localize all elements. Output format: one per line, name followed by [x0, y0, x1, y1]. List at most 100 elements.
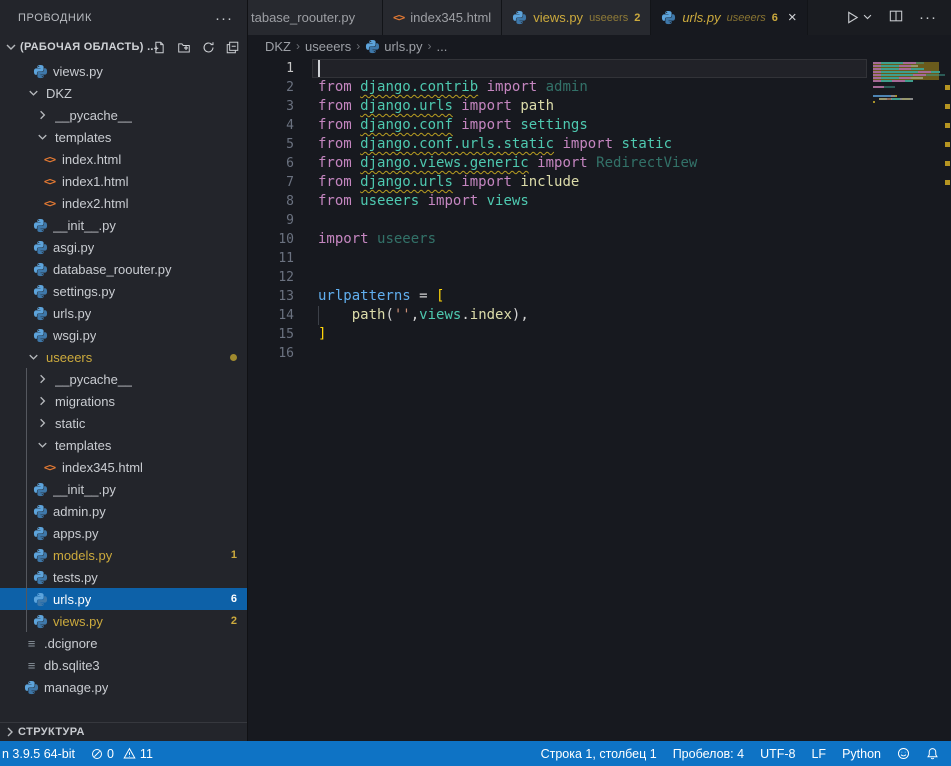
status-encoding[interactable]: UTF-8 [752, 741, 803, 766]
status-problems[interactable]: 011 [83, 741, 161, 766]
vscode-window: ПРОВОДНИК ··· (РАБОЧАЯ ОБЛАСТЬ) ... view… [0, 0, 951, 766]
tree-item-label: __init__.py [53, 218, 116, 233]
tab-index345-html[interactable]: <>index345.html [383, 0, 502, 35]
notifications-bell-icon[interactable] [918, 741, 947, 766]
tree-item-templates[interactable]: templates [0, 126, 247, 148]
code-token: ), [512, 307, 529, 323]
tree-item-index2-html[interactable]: <>index2.html [0, 192, 247, 214]
tab-views-py[interactable]: views.pyuseeers2 [502, 0, 651, 35]
status-language-mode[interactable]: Python [834, 741, 889, 766]
breadcrumb-item[interactable]: useeers [305, 39, 351, 54]
tree-item-database-roouter-py[interactable]: database_roouter.py [0, 258, 247, 280]
tab-urls-py[interactable]: urls.pyuseeers6× [651, 0, 807, 35]
python-icon [33, 283, 48, 299]
python-icon [33, 591, 48, 607]
tab-description: useeers [727, 12, 766, 24]
tree-item--init-py[interactable]: __init__.py [0, 214, 247, 236]
feedback-icon[interactable] [889, 741, 918, 766]
tree-item-asgi-py[interactable]: asgi.py [0, 236, 247, 258]
new-file-icon[interactable] [153, 41, 166, 54]
tab-bar: tabase_roouter.py<>index345.htmlviews.py… [248, 0, 951, 35]
breadcrumb-label: urls.py [384, 39, 422, 54]
warning-mark [945, 123, 950, 128]
split-editor-button[interactable] [889, 9, 903, 26]
tree-item-static[interactable]: static [0, 412, 247, 434]
explorer-title: ПРОВОДНИК [18, 12, 92, 24]
workspace-actions [153, 41, 239, 54]
error-icon [91, 748, 103, 760]
tree-item-index345-html[interactable]: <>index345.html [0, 456, 247, 478]
tree-item-admin-py[interactable]: admin.py [0, 500, 247, 522]
status-eol[interactable]: LF [803, 741, 834, 766]
html-icon: <> [393, 11, 404, 24]
tree-item-dkz[interactable]: DKZ [0, 82, 247, 104]
run-button[interactable] [845, 10, 873, 25]
tree-item--pycache-[interactable]: __pycache__ [0, 104, 247, 126]
status-right: Строка 1, столбец 1Пробелов: 4UTF-8LFPyt… [539, 741, 951, 766]
tab-label: urls.py [682, 10, 720, 25]
code-line: from useeers import views [318, 192, 529, 211]
status-indentation[interactable]: Пробелов: 4 [665, 741, 752, 766]
breadcrumb-item[interactable]: ... [437, 39, 448, 54]
tree-item-label: templates [55, 438, 111, 453]
tree-item--pycache-[interactable]: __pycache__ [0, 368, 247, 390]
python-icon [33, 481, 48, 497]
tree-item-index-html[interactable]: <>index.html [0, 148, 247, 170]
collapse-all-icon[interactable] [226, 41, 239, 54]
chevron-right-icon [2, 724, 18, 740]
breadcrumb-separator: › [428, 39, 432, 53]
breadcrumb-label: ... [437, 39, 448, 54]
tree-item-apps-py[interactable]: apps.py [0, 522, 247, 544]
tree-item-urls-py[interactable]: urls.py [0, 302, 247, 324]
tree-item-db-sqlite3[interactable]: ≡db.sqlite3 [0, 654, 247, 676]
status-python-version[interactable]: n 3.9.5 64-bit [0, 741, 83, 766]
code-token: settings [520, 117, 587, 133]
tree-item--init-py[interactable]: __init__.py [0, 478, 247, 500]
code-token: admin [546, 79, 588, 95]
tab-tabase-roouter-py[interactable]: tabase_roouter.py [248, 0, 383, 35]
code-line: from django.contrib import admin [318, 78, 588, 97]
editor-actions: ··· [831, 0, 951, 35]
code-token: urlpatterns [318, 288, 411, 304]
tree-item-wsgi-py[interactable]: wsgi.py [0, 324, 247, 346]
warning-mark [945, 161, 950, 166]
breadcrumb-item[interactable]: DKZ [265, 39, 291, 54]
explorer-more-actions-icon[interactable]: ··· [215, 10, 233, 27]
outline-section-header[interactable]: СТРУКТУРА [0, 722, 247, 741]
workspace-section-header[interactable]: (РАБОЧАЯ ОБЛАСТЬ) ... [0, 36, 247, 58]
line-number: 6 [248, 154, 294, 173]
tree-item-views-py[interactable]: views.py [0, 60, 247, 82]
modified-dot [230, 354, 237, 361]
tree-item--dcignore[interactable]: ≡.dcignore [0, 632, 247, 654]
code-token: ] [318, 326, 326, 342]
status-cursor-position[interactable]: Строка 1, столбец 1 [539, 741, 665, 766]
code-token: import [478, 79, 545, 95]
code-line: path('',views.index), [318, 306, 529, 325]
refresh-icon[interactable] [202, 41, 215, 54]
code-token: from [318, 155, 360, 171]
tree-item-index1-html[interactable]: <>index1.html [0, 170, 247, 192]
tree-item-settings-py[interactable]: settings.py [0, 280, 247, 302]
line-number: 4 [248, 116, 294, 135]
tree-item-views-py[interactable]: views.py2 [0, 610, 247, 632]
tree-item-tests-py[interactable]: tests.py [0, 566, 247, 588]
code-token: from [318, 79, 360, 95]
chevron-right-icon [35, 415, 50, 431]
chevron-right-icon [35, 107, 50, 123]
code-token: index [470, 307, 512, 323]
tree-item-useeers[interactable]: useeers [0, 346, 247, 368]
breadcrumb-separator: › [296, 39, 300, 53]
run-dropdown-icon[interactable] [862, 10, 873, 25]
tree-item-manage-py[interactable]: manage.py [0, 676, 247, 698]
more-actions-icon[interactable]: ··· [919, 9, 937, 26]
code-editor[interactable]: 12from django.contrib import admin3from … [248, 57, 951, 741]
tree-item-migrations[interactable]: migrations [0, 390, 247, 412]
tree-item-urls-py[interactable]: urls.py6 [0, 588, 247, 610]
new-folder-icon[interactable] [177, 41, 191, 54]
tree-item-models-py[interactable]: models.py1 [0, 544, 247, 566]
breadcrumb-item[interactable]: urls.py [365, 39, 422, 54]
close-icon[interactable]: × [788, 10, 797, 25]
code-token: django.contrib [360, 79, 478, 95]
code-token: from [318, 136, 360, 152]
tree-item-templates[interactable]: templates [0, 434, 247, 456]
